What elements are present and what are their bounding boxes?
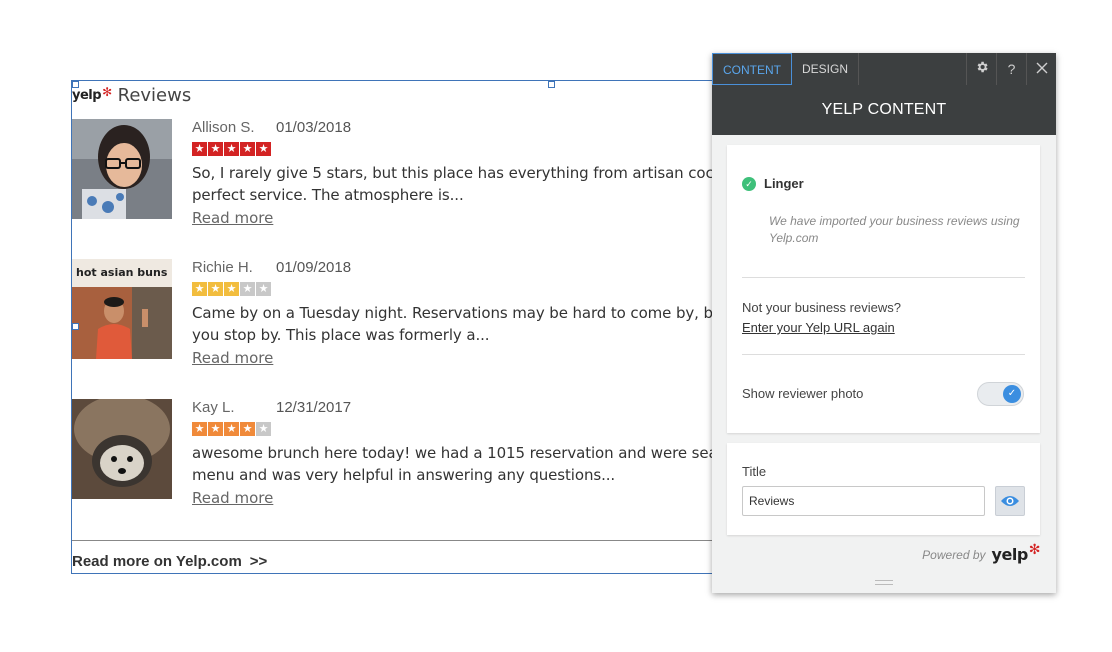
show-photo-toggle[interactable]: ✓	[977, 382, 1024, 406]
title-field-label: Title	[742, 464, 767, 479]
star-filled-icon: ★	[240, 142, 255, 156]
star-rating: ★ ★ ★ ★ ★	[192, 282, 770, 297]
review-body: Allison S. 01/03/2018 ★ ★ ★ ★ ★ So, I rarely …	[192, 119, 770, 228]
check-icon: ✓	[1003, 385, 1021, 403]
review-text-line: menu and was very helpful in answering a…	[192, 466, 616, 484]
star-filled-icon: ★	[192, 422, 207, 436]
yelp-reviews-widget[interactable]: yelp ✻ Reviews Allison S. 01/03/2018 ★ ★…	[71, 80, 771, 574]
star-empty-icon: ★	[240, 282, 255, 296]
divider	[742, 277, 1025, 278]
star-filled-icon: ★	[208, 282, 223, 296]
star-filled-icon: ★	[208, 422, 223, 436]
title-input[interactable]	[742, 486, 985, 516]
star-rating: ★ ★ ★ ★ ★	[192, 142, 770, 157]
star-filled-icon: ★	[192, 282, 207, 296]
review-text-line: you stop by. This place was formerly a..…	[192, 326, 490, 344]
resize-handle-top[interactable]	[548, 81, 555, 88]
read-more-on-yelp-link[interactable]: Read more on Yelp.com >>	[72, 553, 267, 570]
close-icon	[1036, 62, 1047, 74]
review-item: Kay L. 12/31/2017 ★ ★ ★ ★ ★ awesome brunch he…	[72, 399, 770, 507]
star-filled-icon: ★	[192, 142, 207, 156]
review-item: hot asian buns Richie H. 01/09/2018 ★ ★ ★ ★ ★…	[72, 259, 770, 367]
star-filled-icon: ★	[224, 142, 239, 156]
enter-yelp-url-link[interactable]: Enter your Yelp URL again	[742, 320, 895, 335]
review-date: 12/31/2017	[276, 399, 352, 416]
not-your-business-text: Not your business reviews?	[742, 300, 901, 315]
yelp-burst-icon: ✻	[102, 84, 112, 99]
reviewer-name: Richie H.	[192, 259, 253, 276]
show-photo-label: Show reviewer photo	[742, 386, 864, 401]
business-card: ✓ Linger We have imported your business …	[727, 145, 1040, 433]
review-body: Richie H. 01/09/2018 ★ ★ ★ ★ ★ Came by on a T…	[192, 259, 770, 368]
settings-button[interactable]	[966, 53, 996, 85]
yelp-logo: yelp ✻	[72, 84, 112, 103]
imported-message: We have imported your business reviews u…	[769, 214, 1020, 245]
title-card: Title	[727, 443, 1040, 535]
photo-caption: hot asian buns	[76, 266, 168, 279]
review-date: 01/09/2018	[276, 259, 352, 276]
review-date: 01/03/2018	[276, 119, 352, 136]
powered-by-text: Powered by	[922, 547, 986, 562]
star-empty-icon: ★	[256, 282, 271, 296]
read-more-link[interactable]: Read more	[192, 349, 273, 367]
footer-link-text: Read more on Yelp.com	[72, 553, 242, 570]
yelp-burst-icon: ✻	[1028, 542, 1041, 558]
panel-resize-grip[interactable]	[875, 580, 893, 585]
panel-tab-bar: CONTENT DESIGN ?	[712, 53, 1056, 85]
star-filled-icon: ★	[240, 422, 255, 436]
review-text-line: Came by on a Tuesday night. Reservations…	[192, 304, 723, 322]
panel-title: YELP CONTENT	[712, 85, 1056, 135]
help-icon: ?	[1007, 61, 1016, 77]
business-name: Linger	[764, 176, 804, 191]
star-rating: ★ ★ ★ ★ ★	[192, 422, 770, 437]
review-text-line: perfect service. The atmosphere is...	[192, 186, 464, 204]
help-button[interactable]: ?	[996, 53, 1026, 85]
footer-arrows: >>	[249, 553, 268, 570]
read-more-link[interactable]: Read more	[192, 489, 273, 507]
close-button[interactable]	[1026, 53, 1056, 85]
yelp-logo: yelp ✻	[991, 542, 1041, 564]
read-more-link[interactable]: Read more	[192, 209, 273, 227]
eye-icon	[1001, 496, 1019, 506]
tab-content[interactable]: CONTENT	[712, 53, 792, 85]
star-filled-icon: ★	[208, 142, 223, 156]
reviewer-name: Kay L.	[192, 399, 235, 416]
star-filled-icon: ★	[224, 282, 239, 296]
yelp-settings-panel: CONTENT DESIGN ? YELP CONTENT ✓ Linger W…	[712, 53, 1056, 593]
resize-handle-left[interactable]	[72, 323, 79, 330]
review-body: Kay L. 12/31/2017 ★ ★ ★ ★ ★ awesome brunch he…	[192, 399, 770, 508]
reviewer-avatar	[72, 399, 172, 499]
tab-design[interactable]: DESIGN	[792, 53, 860, 85]
star-filled-icon: ★	[256, 142, 271, 156]
divider	[742, 354, 1025, 355]
review-text-line: awesome brunch here today! we had a 1015…	[192, 444, 718, 462]
gear-icon	[977, 61, 988, 73]
powered-by: Powered by yelp ✻	[922, 542, 1041, 564]
title-visibility-button[interactable]	[995, 486, 1025, 516]
reviewer-name: Allison S.	[192, 119, 255, 136]
star-filled-icon: ★	[224, 422, 239, 436]
yelp-logo-text: yelp	[72, 87, 102, 103]
resize-handle-top-left[interactable]	[72, 81, 79, 88]
reviewer-avatar	[72, 119, 172, 219]
review-item: Allison S. 01/03/2018 ★ ★ ★ ★ ★ So, I rarely …	[72, 119, 770, 227]
review-text-line: So, I rarely give 5 stars, but this plac…	[192, 164, 723, 182]
star-empty-icon: ★	[256, 422, 271, 436]
widget-title: Reviews	[117, 84, 192, 106]
widget-footer: Read more on Yelp.com >>	[72, 540, 770, 570]
reviewer-avatar: hot asian buns	[72, 259, 172, 359]
yelp-logo-text: yelp	[991, 545, 1029, 564]
check-circle-icon: ✓	[742, 176, 756, 191]
widget-header: yelp ✻ Reviews	[72, 83, 191, 107]
business-row: ✓ Linger	[742, 176, 804, 191]
